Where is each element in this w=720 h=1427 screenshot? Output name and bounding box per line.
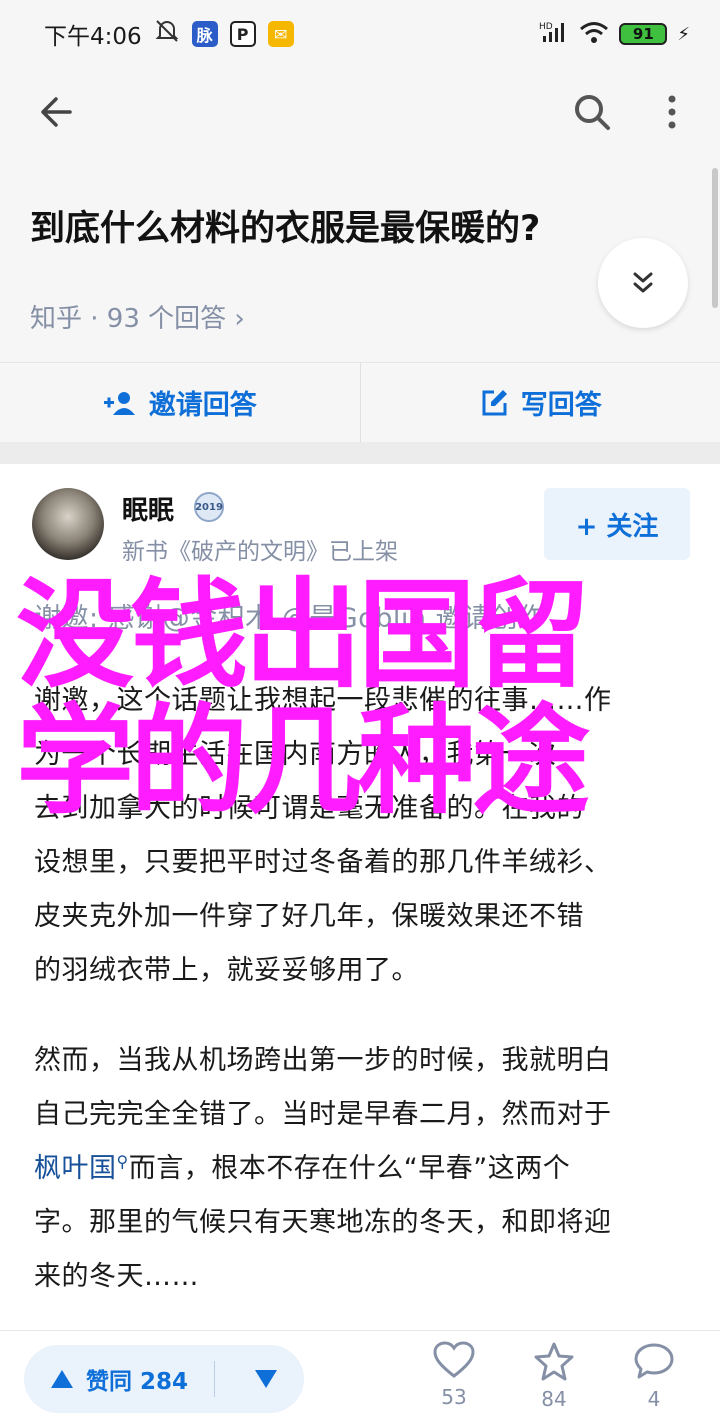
write-answer-button[interactable]: 写回答 xyxy=(361,363,720,442)
question-header: 到底什么材料的衣服是最保暖的? 知乎 · 93 个回答 › xyxy=(0,156,720,362)
charging-icon: ⚡ xyxy=(677,23,690,45)
search-button[interactable] xyxy=(568,88,616,136)
status-bar: 下午4:06 脉 P ✉ HD 91 ⚡ xyxy=(0,0,720,68)
answer-line-rest: 而言，根本不存在什么“早春”这两个 xyxy=(128,1153,571,1184)
invite-credit-line: 谢邀: 感谢@金积木 @是Goblin 邀请创作 xyxy=(34,603,546,634)
write-answer-label: 写回答 xyxy=(520,390,602,421)
answer-line: 皮夹克外加一件穿了好几年，保暖效果还不错 xyxy=(34,901,584,932)
downvote-button[interactable] xyxy=(236,1345,296,1413)
bottom-action-bar: 赞同 284 53 84 4 xyxy=(0,1330,720,1427)
back-button[interactable] xyxy=(34,88,82,136)
expand-question-button[interactable] xyxy=(598,238,688,328)
top-app-bar xyxy=(0,68,720,156)
status-time: 下午4:06 xyxy=(44,24,142,50)
answer-line: 的羽绒衣带上，就妥妥够用了。 xyxy=(34,955,419,986)
like-count: 53 xyxy=(441,1385,467,1409)
triangle-down-icon xyxy=(255,1370,277,1388)
vote-control: 赞同 284 xyxy=(24,1345,304,1413)
upvote-button[interactable]: 赞同 284 xyxy=(24,1345,214,1413)
add-person-icon xyxy=(103,391,135,415)
topic-link[interactable]: 枫叶国 xyxy=(34,1153,117,1184)
answer-card: 眠眠 2019 新书《破产的文明》已上架 + 关注 谢邀: 感谢@金积木 @是G… xyxy=(0,464,720,1330)
app-notification-icon: 脉 xyxy=(191,21,218,47)
vote-divider xyxy=(214,1361,215,1397)
mute-icon xyxy=(154,18,180,50)
answer-line: 为一个长期生活在国内南方的人，我第一次 xyxy=(34,739,557,770)
answer-line: 设想里，只要把平时过冬备着的那几件羊绒衫、 xyxy=(34,847,612,878)
invite-answer-label: 邀请回答 xyxy=(148,390,257,421)
more-options-button[interactable] xyxy=(650,88,694,136)
question-title[interactable]: 到底什么材料的衣服是最保暖的? xyxy=(30,200,540,251)
favorite-count: 84 xyxy=(541,1387,567,1411)
heart-icon xyxy=(433,1341,475,1378)
comment-count: 4 xyxy=(647,1387,661,1411)
upvote-label: 赞同 284 xyxy=(85,1369,189,1395)
section-divider xyxy=(0,442,720,464)
star-icon xyxy=(534,1342,574,1381)
answer-line: 然而，当我从机场跨出第一步的时候，我就明白 xyxy=(34,1045,612,1076)
like-button[interactable]: 53 xyxy=(414,1341,494,1409)
signal-icon: HD xyxy=(539,20,569,48)
network-label: HD xyxy=(539,22,553,32)
link-search-icon: ⚲ xyxy=(116,1152,129,1171)
answer-line: 字。那里的气候只有天寒地冻的冬天，和即将迎 xyxy=(34,1207,612,1238)
wifi-icon xyxy=(579,20,609,48)
answer-line: 来的冬天…… xyxy=(34,1261,199,1292)
triangle-up-icon xyxy=(50,1370,73,1388)
more-vertical-icon xyxy=(668,95,676,129)
arrow-left-icon xyxy=(41,97,72,127)
avatar[interactable] xyxy=(32,488,104,560)
author-name[interactable]: 眠眠 xyxy=(122,490,174,527)
invite-answer-button[interactable]: 邀请回答 xyxy=(0,363,360,442)
mail-icon: ✉ xyxy=(267,21,294,47)
search-icon xyxy=(575,95,610,130)
question-meta-link[interactable]: 知乎 · 93 个回答 › xyxy=(30,298,245,335)
battery-indicator: 91 xyxy=(619,23,668,45)
follow-button[interactable]: + 关注 xyxy=(544,488,690,560)
question-actions: 邀请回答 写回答 xyxy=(0,362,720,442)
author-badge: 2019 xyxy=(194,492,224,522)
author-bio: 新书《破产的文明》已上架 xyxy=(122,539,398,565)
answer-line: 去到加拿大的时候可谓是毫无准备的。在我的 xyxy=(34,793,584,824)
scrollbar-thumb[interactable] xyxy=(712,168,718,308)
edit-icon xyxy=(482,389,507,415)
answer-line-with-link: 枫叶国⚲而言，根本不存在什么“早春”这两个 xyxy=(34,1146,570,1185)
favorite-button[interactable]: 84 xyxy=(514,1341,594,1411)
answer-line: 谢邀，这个话题让我想起一段悲催的往事……作 xyxy=(34,685,612,716)
answer-line: 自己完完全全错了。当时是早春二月，然而对于 xyxy=(34,1099,612,1130)
double-chevron-down-icon xyxy=(633,272,653,293)
comment-button[interactable]: 4 xyxy=(614,1341,694,1411)
comment-icon xyxy=(634,1343,674,1379)
p-app-icon: P xyxy=(229,21,256,47)
